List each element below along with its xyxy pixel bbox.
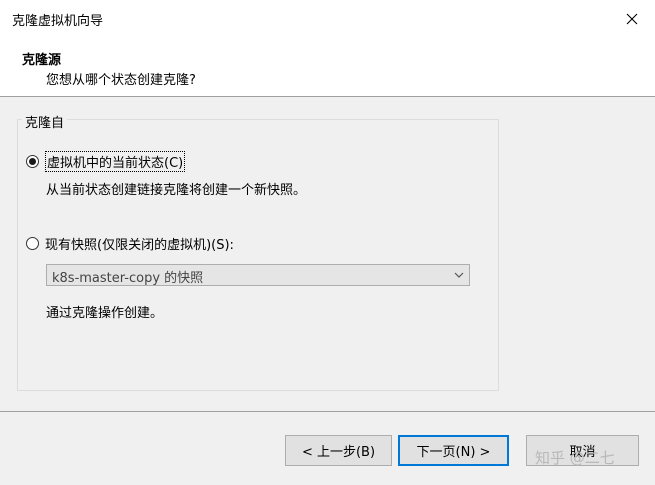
radio-button-snapshot[interactable] (26, 236, 39, 250)
close-button[interactable] (609, 0, 655, 38)
next-button[interactable]: 下一页(N) > (398, 435, 509, 466)
radio-button-current[interactable] (26, 154, 39, 168)
group-label: 克隆自 (22, 112, 68, 131)
watermark: 知乎 @二七 (535, 449, 615, 467)
page-title: 克隆源 (22, 53, 62, 68)
chevron-down-icon (454, 272, 464, 278)
wizard-header: 克隆源 您想从哪个状态创建克隆? (0, 38, 655, 97)
content-area: 克隆自 虚拟机中的当前状态(C) 从当前状态创建链接克隆将创建一个新快照。 现有… (0, 97, 655, 411)
wizard-footer: < 上一步(B) 下一页(N) > 取消 知乎 @二七 (0, 411, 655, 485)
snapshot-select[interactable]: k8s-master-copy 的快照 (46, 264, 470, 286)
window-title: 克隆虚拟机向导 (12, 14, 104, 29)
close-icon (626, 13, 638, 25)
current-state-description: 从当前状态创建链接克隆将创建一个新快照。 (46, 183, 307, 198)
snapshot-select-value: k8s-master-copy 的快照 (52, 271, 204, 286)
back-button[interactable]: < 上一步(B) (285, 435, 392, 466)
title-bar: 克隆虚拟机向导 (0, 0, 655, 38)
radio-existing-snapshot[interactable]: 现有快照(仅限关闭的虚拟机)(S): (26, 233, 234, 253)
snapshot-description: 通过克隆操作创建。 (46, 306, 164, 321)
radio-current-label[interactable]: 虚拟机中的当前状态(C) (45, 150, 186, 172)
page-subtitle: 您想从哪个状态创建克隆? (46, 73, 196, 88)
radio-snapshot-label[interactable]: 现有快照(仅限关闭的虚拟机)(S): (45, 234, 234, 253)
radio-current-state[interactable]: 虚拟机中的当前状态(C) (26, 150, 186, 172)
